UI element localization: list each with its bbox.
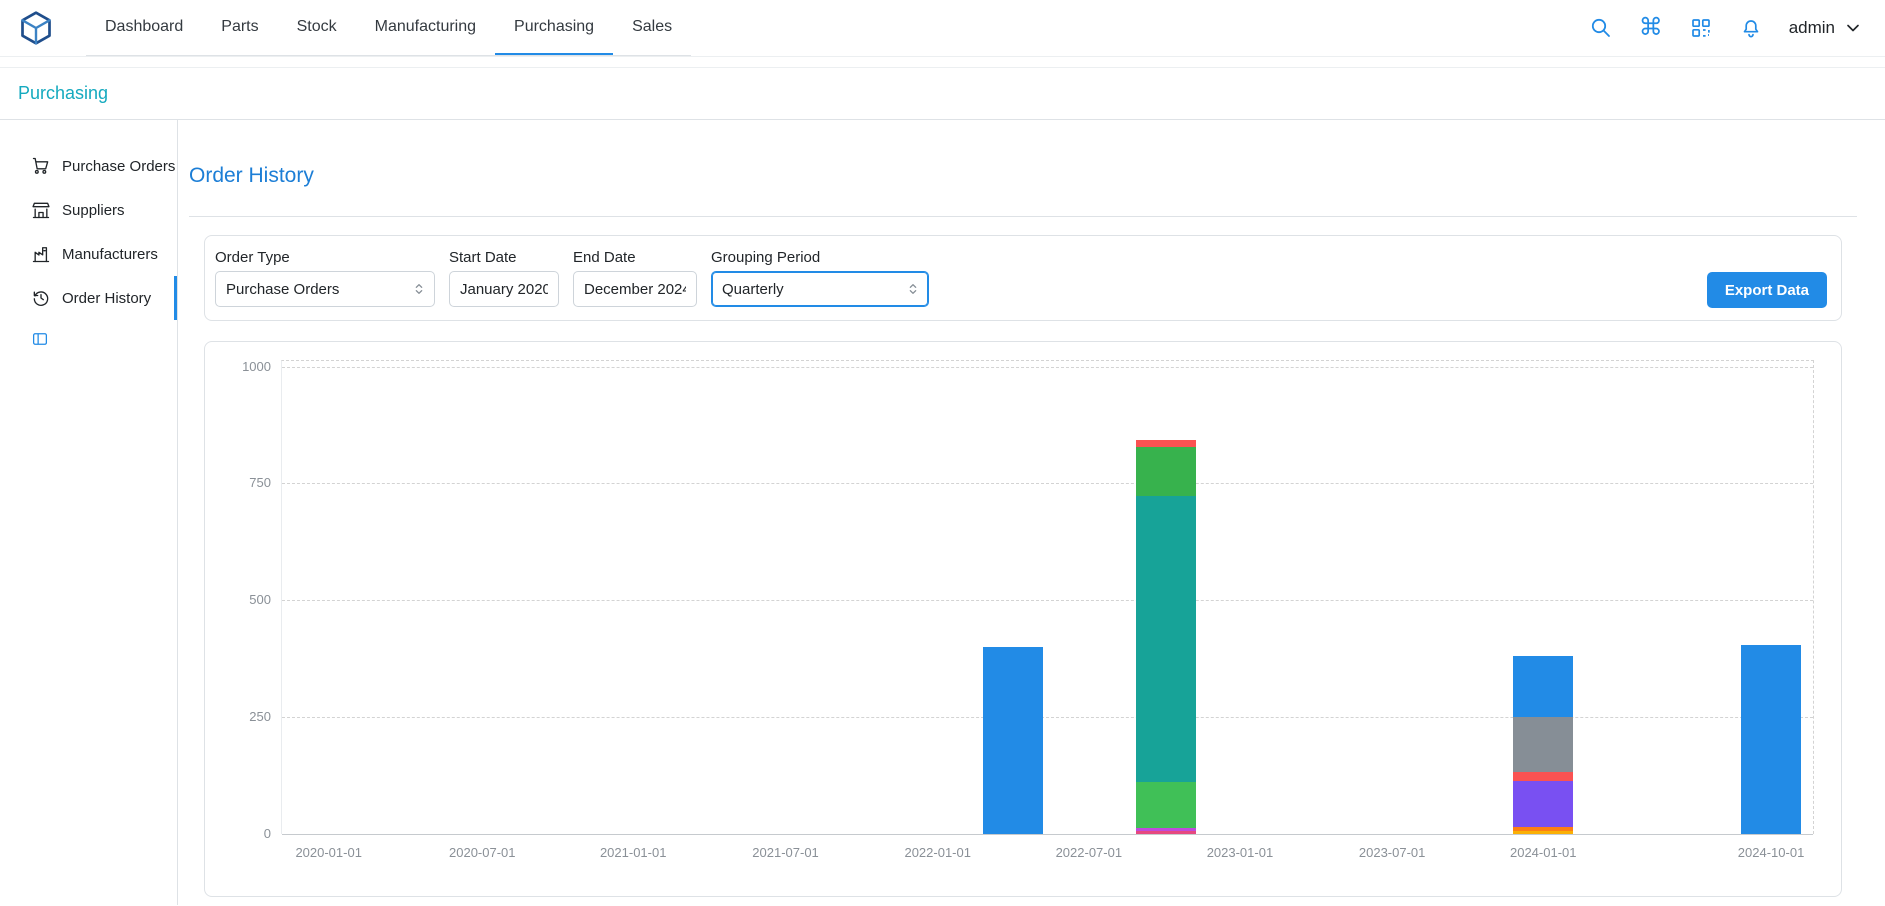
- tab-parts[interactable]: Parts: [202, 0, 277, 55]
- page-title: Order History: [189, 164, 1885, 188]
- bar-segment: [983, 647, 1043, 834]
- bar-segment: [1513, 772, 1573, 780]
- order-type-value: Purchase Orders: [226, 281, 339, 298]
- end-date-input[interactable]: [573, 271, 697, 307]
- qr-scan-icon: [1689, 16, 1713, 40]
- history-clock-icon: [31, 288, 51, 308]
- search-button[interactable]: [1589, 16, 1613, 40]
- x-axis-tick-label: 2024-01-01: [1510, 845, 1577, 860]
- user-name: admin: [1789, 18, 1835, 38]
- y-axis-tick-label: 0: [264, 826, 271, 841]
- x-axis-tick-label: 2020-01-01: [295, 845, 362, 860]
- inventree-logo-icon: [18, 10, 54, 46]
- chart-bar: [1136, 440, 1196, 834]
- grouping-period-field: Grouping Period Quarterly: [711, 249, 929, 307]
- command-palette-button[interactable]: ⌘: [1639, 16, 1663, 40]
- sidebar-item-label: Suppliers: [62, 202, 125, 219]
- search-icon: [1589, 16, 1613, 40]
- notifications-button[interactable]: [1739, 16, 1763, 40]
- command-icon: ⌘: [1639, 16, 1663, 40]
- gridline: [282, 483, 1813, 484]
- sidebar-item-label: Purchase Orders: [62, 158, 175, 175]
- bar-segment: [1513, 781, 1573, 828]
- app-logo[interactable]: [16, 8, 56, 48]
- chart-bar: [983, 647, 1043, 834]
- active-indicator: [174, 276, 177, 320]
- y-axis-tick-label: 500: [249, 592, 271, 607]
- order-type-field: Order Type Purchase Orders: [215, 249, 435, 307]
- barcode-scan-button[interactable]: [1689, 16, 1713, 40]
- building-store-icon: [31, 200, 51, 220]
- x-axis-tick-label: 2022-01-01: [904, 845, 971, 860]
- sidebar-item-purchase-orders[interactable]: Purchase Orders: [0, 144, 177, 188]
- bar-segment: [1136, 496, 1196, 782]
- grouping-period-select[interactable]: Quarterly: [711, 271, 929, 307]
- chart-panel: 0 250 500 750 1000 2020-01-01 2020-07-01 2021-0…: [204, 341, 1842, 897]
- bar-segment: [1741, 645, 1801, 834]
- sidebar-item-label: Manufacturers: [62, 246, 158, 263]
- purchasing-sidebar: Purchase Orders Suppliers: [0, 120, 178, 905]
- breadcrumb-bar: Purchasing: [0, 67, 1885, 120]
- top-navbar: Dashboard Parts Stock Manufacturing Purc…: [0, 0, 1885, 57]
- chart-bar: [1513, 656, 1573, 834]
- start-date-field: Start Date: [449, 249, 559, 307]
- sidebar-collapse-button[interactable]: [31, 330, 49, 348]
- navbar-actions: ⌘ admin: [1589, 16, 1863, 40]
- gridline: [282, 367, 1813, 368]
- gridline: [282, 717, 1813, 718]
- bar-segment: [1513, 717, 1573, 772]
- order-type-select[interactable]: Purchase Orders: [215, 271, 435, 307]
- breadcrumb-purchasing[interactable]: Purchasing: [18, 83, 108, 104]
- bar-segment: [1513, 656, 1573, 717]
- main-nav: Dashboard Parts Stock Manufacturing Purc…: [86, 0, 691, 56]
- order-type-label: Order Type: [215, 249, 435, 266]
- bar-segment: [1136, 447, 1196, 496]
- chart-bar: [1741, 645, 1801, 834]
- content-area: Purchase Orders Suppliers: [0, 120, 1885, 905]
- bar-segment: [1136, 782, 1196, 829]
- grouping-period-value: Quarterly: [722, 281, 784, 298]
- order-history-chart: 025050075010002020-01-012020-07-012021-0…: [281, 360, 1814, 834]
- tab-sales[interactable]: Sales: [613, 0, 691, 55]
- start-date-label: Start Date: [449, 249, 559, 266]
- select-chevrons-icon: [905, 281, 921, 297]
- sidebar-item-manufacturers[interactable]: Manufacturers: [0, 232, 177, 276]
- layout-sidebar-icon: [31, 330, 49, 348]
- gridline: [282, 834, 1813, 835]
- gridline: [282, 600, 1813, 601]
- title-divider: [189, 216, 1857, 217]
- x-axis-tick-label: 2023-07-01: [1359, 845, 1426, 860]
- y-axis-tick-label: 250: [249, 709, 271, 724]
- select-chevrons-icon: [411, 281, 427, 297]
- y-axis-tick-label: 1000: [242, 359, 271, 374]
- shopping-cart-icon: [31, 156, 51, 176]
- x-axis-tick-label: 2023-01-01: [1207, 845, 1274, 860]
- sidebar-item-label: Order History: [62, 290, 151, 307]
- filter-panel: Order Type Purchase Orders Start Date En…: [204, 235, 1842, 321]
- grouping-period-label: Grouping Period: [711, 249, 929, 266]
- export-data-button[interactable]: Export Data: [1707, 272, 1827, 308]
- bar-segment: [1136, 831, 1196, 834]
- user-menu[interactable]: admin: [1789, 18, 1863, 38]
- x-axis-tick-label: 2024-10-01: [1738, 845, 1805, 860]
- building-factory-icon: [31, 244, 51, 264]
- end-date-label: End Date: [573, 249, 697, 266]
- sidebar-item-order-history[interactable]: Order History: [0, 276, 177, 320]
- sidebar-item-suppliers[interactable]: Suppliers: [0, 188, 177, 232]
- tab-purchasing[interactable]: Purchasing: [495, 0, 613, 55]
- order-history-page: Order History Order Type Purchase Orders…: [178, 120, 1885, 905]
- bar-segment: [1513, 831, 1573, 834]
- tab-manufacturing[interactable]: Manufacturing: [356, 0, 495, 55]
- start-date-input[interactable]: [449, 271, 559, 307]
- chevron-down-icon: [1843, 18, 1863, 38]
- x-axis-tick-label: 2022-07-01: [1056, 845, 1123, 860]
- end-date-field: End Date: [573, 249, 697, 307]
- x-axis-tick-label: 2021-07-01: [752, 845, 819, 860]
- bell-icon: [1739, 16, 1763, 40]
- x-axis-tick-label: 2020-07-01: [449, 845, 516, 860]
- x-axis-tick-label: 2021-01-01: [600, 845, 667, 860]
- y-axis-tick-label: 750: [249, 475, 271, 490]
- tab-dashboard[interactable]: Dashboard: [86, 0, 202, 55]
- tab-stock[interactable]: Stock: [278, 0, 356, 55]
